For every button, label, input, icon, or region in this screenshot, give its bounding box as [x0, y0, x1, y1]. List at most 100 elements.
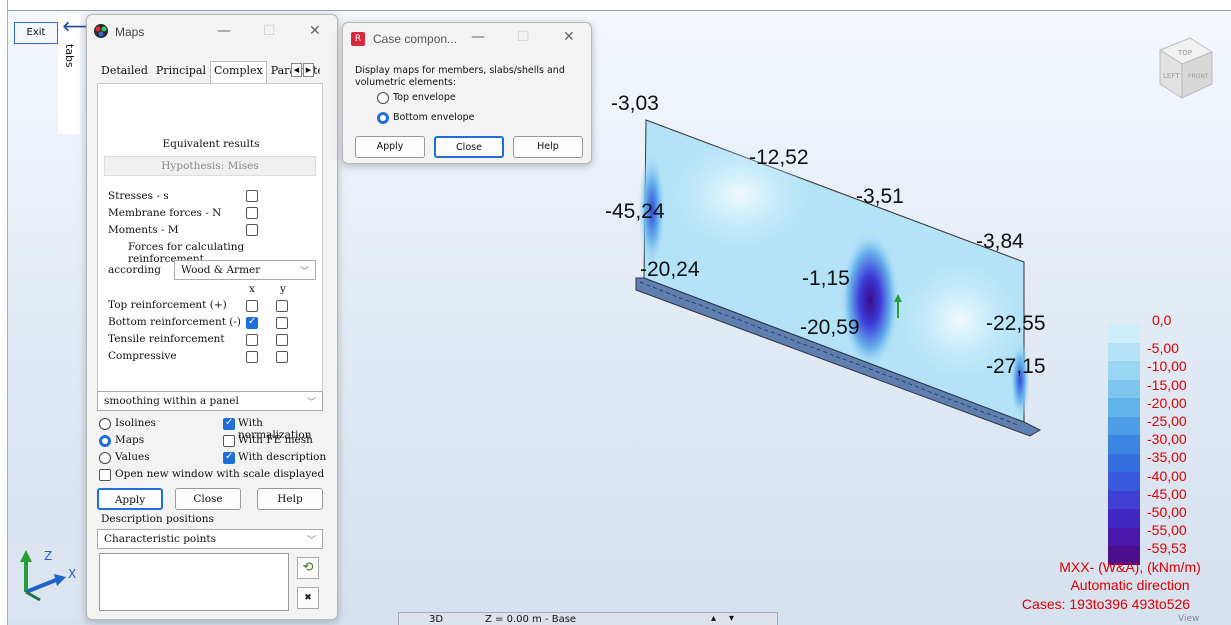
maps-radio[interactable] [99, 435, 111, 447]
close-icon[interactable]: ✕ [309, 23, 321, 39]
tab-detailed[interactable]: Detailed [97, 61, 152, 83]
legend-swatch [1108, 379, 1140, 399]
bottom-reinf-x-checkbox[interactable] [246, 316, 258, 329]
legend-value: -15,00 [1147, 376, 1187, 393]
exit-button[interactable]: Exit [14, 22, 58, 44]
value-label: -27,15 [986, 355, 1046, 378]
tensile-y-checkbox[interactable] [276, 334, 288, 346]
maps-title: Maps [115, 25, 145, 39]
stresses-checkbox[interactable] [246, 190, 258, 202]
legend-swatch [1108, 509, 1140, 528]
normalization-checkbox[interactable] [223, 417, 235, 430]
legend-swatch [1108, 472, 1140, 491]
view-cube[interactable]: TOP LEFT FRONT [1150, 30, 1220, 105]
legend-swatch [1108, 324, 1140, 343]
direction-label: Automatic direction [1070, 577, 1190, 593]
according-value: Wood & Armer [181, 264, 261, 276]
moments-label: Moments - M [108, 224, 179, 236]
legend-swatch [1108, 490, 1140, 510]
description-positions-label: Description positions [101, 513, 214, 525]
caret-down-icon[interactable]: ▾ [729, 613, 734, 624]
values-radio[interactable] [99, 452, 111, 464]
value-label: -20,59 [800, 316, 860, 339]
open-window-checkbox[interactable] [99, 469, 111, 481]
level-label[interactable]: Z = 0.00 m - Base [485, 614, 576, 625]
tab-scroll-right-icon[interactable]: ▶ [303, 63, 314, 77]
compressive-x-checkbox[interactable] [246, 351, 258, 363]
smoothing-select[interactable]: smoothing within a panel ﹀ [97, 391, 323, 411]
help-button[interactable]: Help [257, 488, 323, 510]
tensile-x-checkbox[interactable] [246, 334, 258, 346]
tabs-label: tabs [63, 44, 76, 68]
stresses-label: Stresses - s [108, 190, 169, 202]
cases-label: Cases: 193to396 493to526 [1021, 596, 1191, 612]
legend-value: -5,00 [1147, 340, 1179, 357]
y-header: y [280, 283, 286, 295]
close-icon[interactable]: ✕ [563, 29, 575, 45]
isolines-radio[interactable] [99, 418, 111, 430]
minimize-icon[interactable]: — [471, 29, 485, 45]
refresh-icon[interactable]: ⟲ [297, 557, 319, 579]
moments-checkbox[interactable] [246, 224, 258, 236]
case-description: Display maps for members, slabs/shells a… [355, 65, 565, 88]
tab-principal[interactable]: Principal [152, 61, 210, 83]
left-edge [0, 0, 8, 625]
value-label: -3,51 [856, 185, 904, 208]
chevron-down-icon: ﹀ [306, 398, 316, 408]
minimize-icon[interactable]: — [217, 23, 231, 39]
result-type-label: MXX- (W&A), (kNm/m) [1059, 559, 1201, 575]
legend-value: -45,00 [1147, 485, 1187, 502]
top-envelope-label: Top envelope [393, 92, 456, 103]
tab-scroll-left-icon[interactable]: ◀ [291, 63, 302, 77]
according-select[interactable]: Wood & Armer ﹀ [174, 260, 316, 280]
tab-complex[interactable]: Complex [209, 61, 267, 83]
legend-swatch [1108, 398, 1140, 417]
case-close-button[interactable]: Close [434, 136, 504, 158]
tabs-strip[interactable]: 🡐 tabs [58, 14, 100, 134]
maps-titlebar[interactable]: Maps — ☐ ✕ [87, 15, 337, 49]
chevron-down-icon: ﹀ [299, 267, 309, 277]
close-button[interactable]: Close [175, 488, 241, 510]
apply-button[interactable]: Apply [97, 488, 163, 510]
membrane-checkbox[interactable] [246, 207, 258, 219]
maximize-icon[interactable]: ☐ [517, 29, 530, 45]
membrane-label: Membrane forces - N [108, 207, 222, 219]
positions-list[interactable] [99, 553, 289, 611]
legend-value: -40,00 [1147, 467, 1187, 484]
mode-label[interactable]: 3D [429, 614, 443, 625]
bottom-reinf-y-checkbox[interactable] [276, 317, 288, 329]
tensile-reinf-label: Tensile reinforcement [108, 333, 225, 345]
maps-app-icon [94, 24, 108, 38]
legend-swatch [1108, 453, 1140, 473]
legend-value: -25,00 [1147, 413, 1187, 429]
description-checkbox[interactable] [223, 451, 235, 464]
value-label: -3,84 [976, 230, 1024, 253]
xyz-axis-icon: Z X [20, 549, 76, 602]
maps-dialog: Maps — ☐ ✕ Detailed Principal Complex Pa… [86, 14, 338, 620]
case-apply-button[interactable]: Apply [355, 136, 425, 158]
caret-up-icon[interactable]: ▴ [711, 613, 716, 624]
compressive-y-checkbox[interactable] [276, 351, 288, 363]
bottom-envelope-radio[interactable] [377, 112, 389, 124]
robot-app-icon: R [351, 32, 365, 46]
clear-icon[interactable]: ✖ [297, 587, 319, 609]
svg-text:Z: Z [44, 549, 52, 563]
maximize-icon[interactable]: ☐ [263, 23, 276, 39]
top-envelope-radio[interactable] [377, 92, 389, 104]
value-label: -3,03 [611, 92, 659, 115]
viewcube-top: TOP [1177, 49, 1192, 57]
top-reinf-y-checkbox[interactable] [276, 300, 288, 312]
compressive-label: Compressive [108, 350, 177, 362]
top-reinf-x-checkbox[interactable] [246, 300, 258, 312]
values-label: Values [115, 451, 150, 463]
legend-value: -30,00 [1147, 431, 1187, 448]
legend-swatch [1108, 416, 1140, 436]
legend-value: -10,00 [1147, 358, 1187, 375]
case-help-button[interactable]: Help [513, 136, 583, 158]
isolines-label: Isolines [115, 417, 156, 429]
bottom-envelope-label: Bottom envelope [393, 112, 475, 123]
positions-select[interactable]: Characteristic points ﹀ [97, 529, 323, 549]
fe-mesh-checkbox[interactable] [223, 435, 235, 447]
legend-value: -20,00 [1147, 394, 1187, 411]
x-header: x [249, 283, 255, 295]
